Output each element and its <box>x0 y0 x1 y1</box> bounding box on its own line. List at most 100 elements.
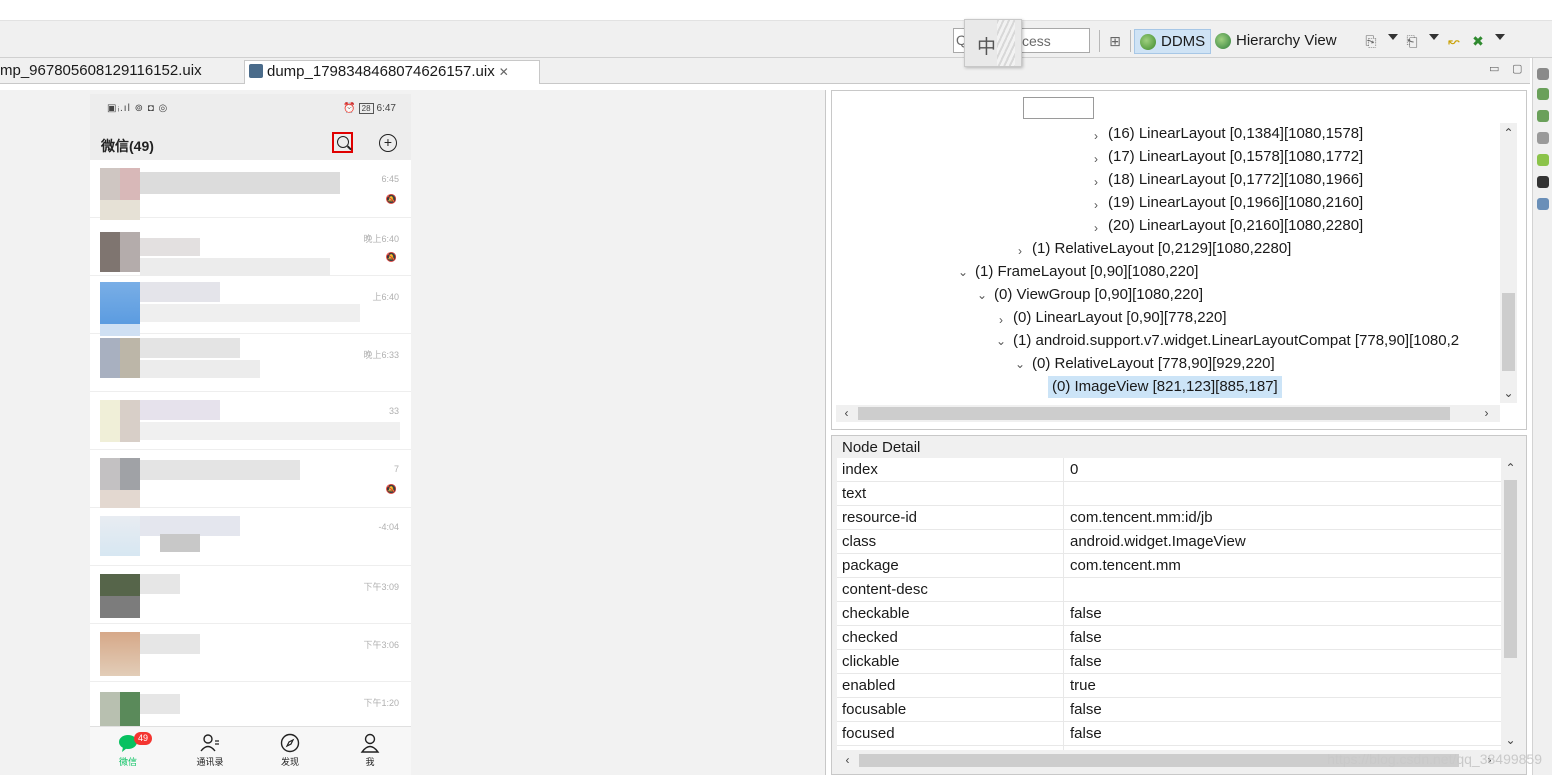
scroll-right-icon[interactable]: › <box>1478 405 1495 422</box>
table-row[interactable]: checked false <box>837 626 1501 650</box>
network-icon[interactable] <box>1537 132 1549 144</box>
chevron-down-icon[interactable]: ⌄ <box>1015 353 1025 375</box>
filter-input[interactable] <box>1023 97 1094 119</box>
list-item[interactable]: 晚上6:40 🔕 <box>90 218 411 276</box>
table-row[interactable]: clickable false <box>837 650 1501 674</box>
toggle-nafs-icon[interactable]: ↜ <box>1445 32 1463 50</box>
chevron-right-icon[interactable]: › <box>999 309 1003 331</box>
tab-dump-2[interactable]: dump_1798348468074626157.uix ✕ <box>244 60 540 84</box>
chevron-right-icon[interactable]: › <box>1094 148 1098 170</box>
chevron-down-icon[interactable]: ⌄ <box>996 330 1006 352</box>
node-detail-title: Node Detail <box>842 439 921 456</box>
device-screenshot-panel[interactable]: ▣ᵢ.ıl ⊚ ◘ ◎ ⏰ 28 6:47 微信(49) + 6:45 🔕 晚上… <box>0 90 826 775</box>
maximize-icon[interactable]: ▢ <box>1512 62 1522 75</box>
chevron-right-icon[interactable]: › <box>1094 194 1098 216</box>
tree-node[interactable]: (1) android.support.v7.widget.LinearLayo… <box>1013 330 1459 352</box>
table-row[interactable]: class android.widget.ImageView <box>837 530 1501 554</box>
clear-icon[interactable]: ✖ <box>1469 32 1487 50</box>
android-icon[interactable] <box>1537 154 1549 166</box>
tree-node[interactable]: (0) LinearLayout [0,90][778,220] <box>1013 307 1227 329</box>
chevron-down-icon[interactable]: ⌄ <box>977 284 987 306</box>
table-row[interactable]: focusable false <box>837 698 1501 722</box>
table-row[interactable]: resource-id com.tencent.mm:id/jb <box>837 506 1501 530</box>
scroll-left-icon[interactable]: ‹ <box>839 752 856 769</box>
list-item[interactable]: 晚上6:33 <box>90 334 411 392</box>
window-icon[interactable] <box>1537 198 1549 210</box>
chevron-right-icon[interactable]: › <box>1094 171 1098 193</box>
tree-node[interactable]: (1) FrameLayout [0,90][1080,220] <box>975 261 1198 283</box>
node-detail-table[interactable]: index 0 text resource-id com.tencent.mm:id… <box>837 458 1501 750</box>
hierarchy-tree[interactable]: › (16) LinearLayout [0,1384][1080,1578] … <box>836 123 1499 403</box>
search-icon[interactable] <box>332 132 353 153</box>
tab-wechat[interactable]: 微信 49 <box>98 732 158 768</box>
scroll-down-icon[interactable]: ⌄ <box>1502 732 1519 749</box>
table-row[interactable]: content-desc <box>837 578 1501 602</box>
uix-file-icon <box>249 64 263 78</box>
phone-screenshot[interactable]: ▣ᵢ.ıl ⊚ ◘ ◎ ⏰ 28 6:47 微信(49) + 6:45 🔕 晚上… <box>90 94 411 775</box>
minimize-icon[interactable]: ▭ <box>1489 62 1499 75</box>
table-row[interactable]: scrollable false <box>837 746 1501 750</box>
logcat-icon[interactable] <box>1537 176 1549 188</box>
perspective-ddms[interactable]: DDMS <box>1134 29 1212 54</box>
list-item[interactable]: 下午3:06 <box>90 624 411 682</box>
tree-node[interactable]: (19) LinearLayout [0,1966][1080,2160] <box>1108 192 1363 214</box>
chevron-right-icon[interactable]: › <box>1018 240 1022 262</box>
scroll-thumb[interactable] <box>1502 293 1515 371</box>
table-row[interactable]: checkable false <box>837 602 1501 626</box>
tree-vertical-scrollbar[interactable]: ⌃ ⌄ <box>1500 123 1517 403</box>
close-icon[interactable]: ✕ <box>499 65 509 79</box>
chat-time: 下午1:20 <box>363 698 399 708</box>
tab-contacts[interactable]: 通讯录 <box>180 733 240 768</box>
scroll-down-icon[interactable]: ⌄ <box>1500 385 1517 402</box>
table-row[interactable]: index 0 <box>837 458 1501 482</box>
device-icon[interactable] <box>1537 88 1549 100</box>
table-row[interactable]: text <box>837 482 1501 506</box>
chevron-right-icon[interactable]: › <box>1094 217 1098 239</box>
tree-node-selected[interactable]: (0) ImageView [821,123][885,187] <box>1048 376 1282 398</box>
view-menu-icon[interactable] <box>1537 68 1549 80</box>
chat-time: 7 <box>393 464 399 474</box>
scroll-up-icon[interactable]: ⌃ <box>1502 460 1519 477</box>
list-item[interactable]: 6:45 🔕 <box>90 160 411 220</box>
tree-node[interactable]: (17) LinearLayout [0,1578][1080,1772] <box>1108 146 1363 168</box>
ime-stripe <box>997 20 1015 66</box>
list-item[interactable]: -4:04 <box>90 508 411 566</box>
tree-node[interactable]: (20) LinearLayout [0,2160][1080,2280] <box>1108 215 1363 237</box>
ddms-icon <box>1140 34 1156 50</box>
tree-node[interactable]: (0) ViewGroup [0,90][1080,220] <box>994 284 1203 306</box>
chat-time: -4:04 <box>378 522 399 532</box>
tree-node[interactable]: (18) LinearLayout [0,1772][1080,1966] <box>1108 169 1363 191</box>
chevron-down-icon[interactable] <box>1388 34 1398 40</box>
tree-node[interactable]: (0) RelativeLayout [778,90][929,220] <box>1032 353 1275 375</box>
scroll-thumb[interactable] <box>1504 480 1517 658</box>
tab-discover[interactable]: 发现 <box>260 733 320 768</box>
right-trim-bar <box>1532 58 1552 775</box>
scroll-left-icon[interactable]: ‹ <box>838 405 855 422</box>
scroll-thumb[interactable] <box>858 407 1450 420</box>
chevron-down-icon[interactable] <box>1429 34 1439 40</box>
open-perspective-icon[interactable]: ⊞ <box>1106 32 1124 50</box>
list-item[interactable]: 下午3:09 <box>90 566 411 624</box>
table-row[interactable]: package com.tencent.mm <box>837 554 1501 578</box>
tree-node[interactable]: (16) LinearLayout [0,1384][1080,1578] <box>1108 123 1363 145</box>
tree-horizontal-scrollbar[interactable]: ‹ › <box>836 405 1500 422</box>
chevron-right-icon[interactable]: › <box>1094 125 1098 147</box>
tab-me[interactable]: 我 <box>340 733 400 768</box>
list-item[interactable]: 上6:40 <box>90 276 411 336</box>
device-screenshot-icon[interactable]: ⎘ <box>1362 32 1380 50</box>
perspective-hierarchy-view[interactable]: Hierarchy View <box>1210 29 1342 54</box>
tab-dump-1[interactable]: mp_967805608129116152.uix <box>0 60 242 84</box>
add-icon[interactable]: + <box>379 134 397 152</box>
list-item[interactable]: 33 <box>90 392 411 450</box>
perspective-label: Hierarchy View <box>1236 32 1337 49</box>
table-row[interactable]: enabled true <box>837 674 1501 698</box>
scroll-up-icon[interactable]: ⌃ <box>1500 125 1517 142</box>
list-item[interactable]: 7 🔕 <box>90 450 411 508</box>
detail-vertical-scrollbar[interactable]: ⌃ ⌄ <box>1502 458 1519 750</box>
table-row[interactable]: focused false <box>837 722 1501 746</box>
chevron-down-icon[interactable] <box>1495 34 1505 40</box>
chevron-down-icon[interactable]: ⌄ <box>958 261 968 283</box>
tree-node[interactable]: (1) RelativeLayout [0,2129][1080,2280] <box>1032 238 1291 260</box>
device-icon[interactable] <box>1537 110 1549 122</box>
compressed-hierarchy-icon[interactable]: ⎗ <box>1403 32 1421 50</box>
